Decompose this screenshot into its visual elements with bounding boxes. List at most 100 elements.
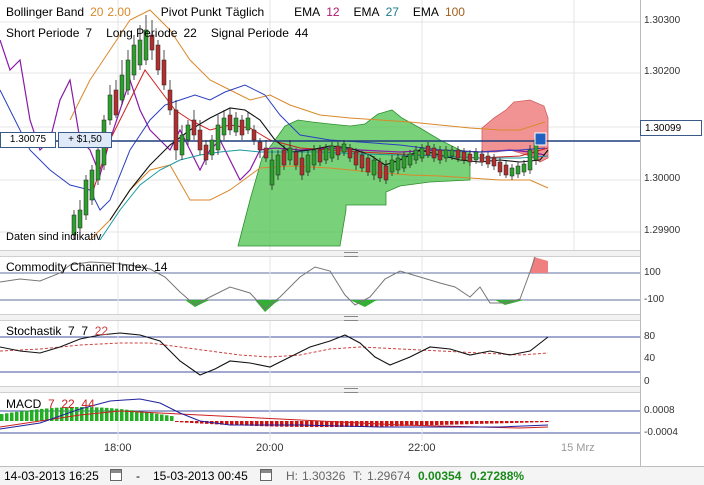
calendar-icon[interactable] bbox=[260, 469, 272, 481]
macd-histogram-bar bbox=[290, 421, 294, 427]
macd-histogram-bar bbox=[450, 421, 454, 425]
high-label: H: bbox=[286, 469, 298, 483]
candle bbox=[401, 155, 407, 169]
time-axis-label: 22:00 bbox=[408, 442, 436, 454]
low-label: T: bbox=[353, 469, 363, 483]
candle bbox=[305, 154, 311, 173]
macd-histogram-bar bbox=[15, 411, 19, 421]
macd-pane[interactable]: MACD 7 22 44 bbox=[0, 393, 704, 440]
macd-histogram-bar bbox=[150, 412, 154, 421]
price-chart-pane[interactable]: Bollinger Band 20 2.00 Pivot Punkt Täglich EM… bbox=[0, 0, 704, 250]
candle bbox=[455, 149, 461, 159]
legend-token: 2.00 bbox=[107, 5, 131, 19]
macd-histogram-bar bbox=[275, 421, 279, 427]
macd-histogram-bar bbox=[515, 421, 519, 423]
macd-histogram-bar bbox=[145, 412, 149, 421]
macd-histogram-bar bbox=[425, 421, 429, 426]
macd-histogram-bar bbox=[390, 421, 394, 427]
candle bbox=[137, 39, 143, 66]
macd-histogram-bar bbox=[170, 416, 174, 421]
macd-histogram-bar bbox=[455, 421, 459, 425]
legend-token: Signal Periode bbox=[210, 26, 289, 40]
change-percent: 0.27288% bbox=[470, 469, 525, 483]
macd-histogram-bar bbox=[540, 421, 544, 423]
candle bbox=[491, 157, 497, 167]
pane-resize-handle[interactable] bbox=[0, 386, 640, 393]
price-axis-label: 1.30300 bbox=[644, 15, 681, 26]
candle bbox=[497, 161, 503, 173]
candle bbox=[413, 149, 419, 161]
candle bbox=[263, 147, 269, 159]
macd-chart[interactable] bbox=[0, 393, 640, 440]
candle bbox=[257, 141, 263, 151]
macd-histogram-bar bbox=[500, 421, 504, 424]
macd-histogram-bar bbox=[310, 421, 314, 428]
candle bbox=[323, 147, 329, 161]
macd-histogram-bar bbox=[195, 421, 199, 424]
candle bbox=[167, 89, 173, 111]
macd-histogram-bar bbox=[485, 421, 489, 424]
candle bbox=[107, 94, 113, 121]
macd-histogram-bar bbox=[525, 421, 529, 423]
candle bbox=[281, 149, 287, 166]
candle bbox=[191, 119, 197, 136]
legend-token: Täglich bbox=[225, 5, 265, 19]
candle bbox=[317, 149, 323, 163]
candle bbox=[119, 74, 125, 101]
candle bbox=[215, 124, 221, 151]
calendar-icon[interactable] bbox=[110, 469, 122, 481]
candle bbox=[209, 139, 215, 156]
candle bbox=[443, 149, 449, 159]
time-axis[interactable]: 18:00 20:00 22:00 15 Mrz bbox=[0, 440, 640, 466]
candle bbox=[287, 147, 293, 161]
pane-resize-handle[interactable] bbox=[0, 314, 640, 321]
macd-histogram-bar bbox=[510, 421, 514, 424]
macd-histogram-bar bbox=[185, 421, 189, 423]
macd-histogram-bar bbox=[305, 421, 309, 428]
macd-histogram-bar bbox=[95, 407, 99, 421]
candle bbox=[485, 155, 491, 165]
macd-histogram-bar bbox=[35, 409, 39, 421]
macd-histogram-bar bbox=[105, 407, 109, 421]
range-end-date: 15-03-2013 00:45 bbox=[153, 469, 248, 483]
candle bbox=[113, 89, 119, 116]
macd-histogram-bar bbox=[285, 421, 289, 427]
macd-histogram-bar bbox=[190, 421, 194, 423]
macd-histogram-bar bbox=[470, 421, 474, 425]
cci-pane[interactable]: Commodity Channel Index 14 bbox=[0, 257, 704, 314]
time-axis-label: 20:00 bbox=[256, 442, 284, 454]
candle bbox=[227, 114, 233, 131]
candle bbox=[95, 149, 101, 181]
candle bbox=[365, 157, 371, 173]
crosshair-delta-label: + $1,50 bbox=[58, 132, 112, 148]
macd-histogram-bar bbox=[465, 421, 469, 425]
candle bbox=[203, 144, 209, 161]
range-separator: - bbox=[136, 469, 140, 483]
macd-histogram-bar bbox=[505, 421, 509, 424]
macd-histogram-bar bbox=[155, 413, 159, 421]
candle bbox=[77, 209, 83, 229]
legend-token: EMA bbox=[412, 5, 439, 19]
candle bbox=[125, 59, 131, 91]
macd-histogram-bar bbox=[430, 421, 434, 426]
macd-histogram-bar bbox=[0, 414, 4, 421]
macd-histogram-bar bbox=[165, 415, 169, 421]
candle bbox=[353, 151, 359, 166]
macd-histogram-bar bbox=[25, 410, 29, 421]
candle bbox=[521, 163, 527, 173]
price-axis-label: 1.30000 bbox=[644, 173, 681, 184]
legend-token: 22 bbox=[183, 26, 197, 40]
candle bbox=[161, 59, 167, 86]
candle bbox=[155, 44, 161, 71]
stochastic-pane[interactable]: Stochastik 7 7 22 bbox=[0, 321, 704, 386]
candle bbox=[509, 167, 515, 177]
stoch-legend: Stochastik 7 7 22 bbox=[6, 324, 109, 338]
macd-histogram-bar bbox=[480, 421, 484, 424]
candle bbox=[311, 149, 317, 166]
macd-histogram-bar bbox=[460, 421, 464, 425]
candle bbox=[371, 159, 377, 176]
range-start-date: 14-03-2013 16:25 bbox=[4, 469, 99, 483]
pane-resize-handle[interactable] bbox=[0, 250, 640, 257]
main-legend-row2: Short Periode 7 Long Periode 22 Signal Perio… bbox=[6, 26, 314, 40]
candle bbox=[383, 165, 389, 181]
